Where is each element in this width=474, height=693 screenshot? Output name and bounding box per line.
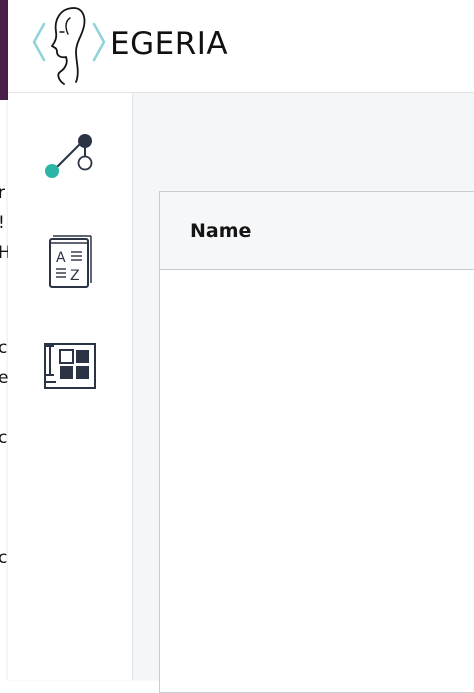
background-text-fragment: H (0, 243, 8, 263)
sidebar-nav: A Z (8, 93, 133, 680)
main-content: Name (133, 93, 474, 693)
column-header-name[interactable]: Name (190, 220, 251, 242)
background-text-fragment: e (0, 368, 8, 388)
table-header: Name (160, 192, 474, 270)
dashboard-grid-icon[interactable] (42, 341, 98, 391)
brand-name: EGERIA (110, 26, 229, 62)
glossary-book-icon[interactable]: A Z (47, 233, 93, 289)
lineage-graph-icon[interactable] (42, 131, 98, 183)
app-header: EGERIA (8, 0, 474, 93)
egeria-logo-icon[interactable] (30, 2, 112, 86)
background-text-fragment: r (0, 183, 5, 203)
background-text-fragment: ! (0, 215, 5, 232)
egeria-app: EGERIA A Z Name (8, 0, 474, 693)
background-banner (0, 0, 8, 100)
results-table: Name (159, 191, 474, 693)
background-text-fragment: c (0, 428, 8, 448)
background-text-fragment: c (0, 548, 8, 568)
background-text-fragment: c (0, 338, 8, 358)
svg-text:Z: Z (70, 268, 80, 284)
background-page: r ! H c e c c (0, 0, 8, 680)
svg-text:A: A (56, 250, 66, 266)
